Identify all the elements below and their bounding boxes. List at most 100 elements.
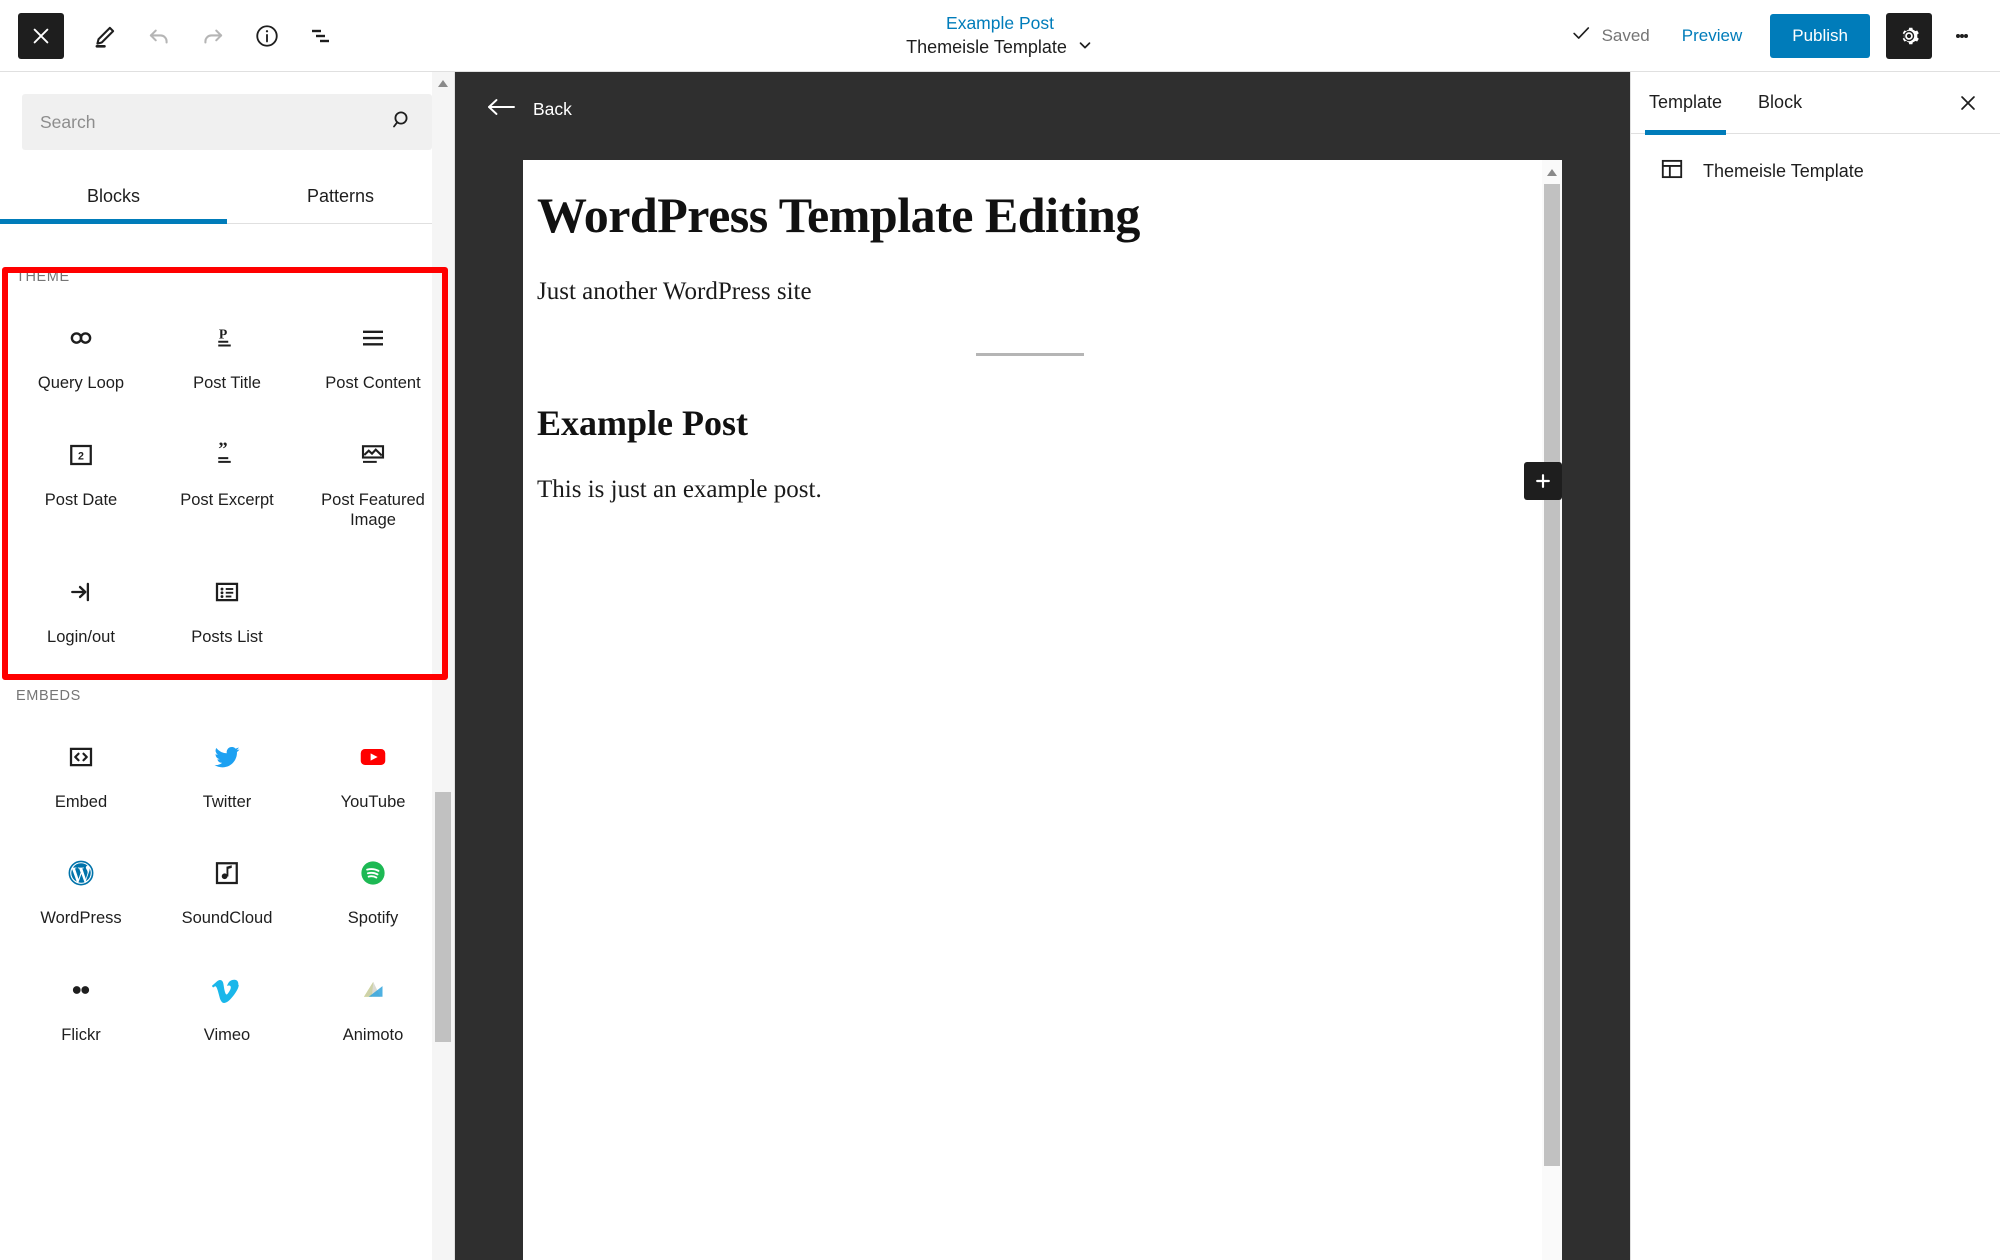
post-link[interactable]: Example Post (946, 12, 1054, 35)
close-icon[interactable] (1946, 81, 1990, 125)
posts-list-icon (212, 571, 242, 613)
tab-template[interactable]: Template (1631, 72, 1740, 135)
embed-code-icon (66, 736, 96, 778)
checkmark-icon (1570, 22, 1592, 49)
saved-status: Saved (1560, 22, 1660, 49)
block-item-label: Post Excerpt (180, 490, 274, 509)
template-switcher[interactable]: Themeisle Template (906, 36, 1094, 59)
search-area (0, 72, 454, 150)
search-box[interactable] (22, 94, 432, 150)
block-item[interactable]: Post Featured Image (300, 412, 446, 549)
pencil-icon[interactable] (80, 11, 130, 61)
canvas-scrollbar-thumb[interactable] (1544, 184, 1560, 1166)
block-item[interactable]: Vimeo (154, 947, 300, 1064)
block-item[interactable]: Flickr (8, 947, 154, 1064)
block-sections: THEME Query Loop P Post Title Post Content … (0, 247, 454, 1093)
canvas-scrollbar[interactable] (1542, 160, 1562, 1260)
block-inserter-panel: Blocks Patterns THEME Query Loop P Post Ti… (0, 72, 455, 1260)
block-item[interactable]: Post Content (300, 295, 446, 412)
site-tagline[interactable]: Just another WordPress site (537, 278, 1522, 306)
canvas-scroll-up-arrow-icon[interactable] (1544, 162, 1560, 182)
block-item-label: SoundCloud (181, 909, 273, 928)
chevron-down-icon (1076, 36, 1094, 59)
block-item[interactable]: Embed (8, 714, 154, 831)
editor-top-bar: Example Post Themeisle Template Saved Pr… (0, 0, 2000, 72)
kebab-menu-icon[interactable] (1942, 13, 1982, 59)
scroll-up-arrow-icon[interactable] (435, 74, 451, 92)
block-item[interactable]: SoundCloud (154, 830, 300, 947)
back-button[interactable]: Back (455, 72, 572, 141)
block-item-label: Post Content (325, 374, 421, 392)
preview-button[interactable]: Preview (1666, 16, 1758, 56)
block-item[interactable]: Login/out (8, 549, 154, 666)
block-item-label: Embed (54, 792, 108, 811)
block-item[interactable]: YouTube (300, 714, 446, 831)
tab-blocks[interactable]: Blocks (0, 172, 227, 224)
post-title-icon: P (212, 317, 242, 359)
flickr-icon (66, 969, 96, 1011)
block-item[interactable]: Twitter (154, 714, 300, 831)
search-input[interactable] (40, 111, 390, 133)
block-section-title: THEME (16, 269, 70, 285)
block-item-label: Flickr (61, 1025, 101, 1044)
redo-icon[interactable] (188, 11, 238, 61)
block-item-label: Post Title (193, 374, 261, 392)
block-item-label: Animoto (342, 1025, 404, 1044)
inserter-tabs: Blocks Patterns (0, 172, 454, 224)
youtube-icon (358, 736, 388, 778)
settings-sidebar-tabs: Template Block (1631, 72, 2000, 135)
editor-canvas: Back WordPress Template Editing Just ano… (455, 72, 1630, 1260)
block-item[interactable]: P Post Title (154, 295, 300, 412)
calendar-icon: 2 (66, 434, 96, 476)
tab-block[interactable]: Block (1740, 72, 1820, 134)
inserter-scrollbar-thumb[interactable] (435, 792, 451, 1042)
list-view-icon[interactable] (296, 11, 346, 61)
animoto-icon (358, 969, 388, 1011)
site-title[interactable]: WordPress Template Editing (537, 186, 1522, 244)
svg-text:P: P (219, 326, 228, 341)
separator (975, 353, 1084, 356)
quote-excerpt-icon: ” (212, 434, 242, 476)
block-item-label: Query Loop (37, 374, 125, 392)
block-section-title: EMBEDS (16, 687, 81, 704)
info-icon[interactable] (242, 11, 292, 61)
block-item[interactable]: WordPress (8, 830, 154, 947)
block-item[interactable]: 2 Post Date (8, 412, 154, 549)
document-content: WordPress Template Editing Just another … (523, 160, 1562, 504)
tab-patterns[interactable]: Patterns (227, 172, 454, 223)
template-summary-item[interactable]: Themeisle Template (1631, 134, 2000, 187)
template-layout-icon (1659, 156, 1685, 187)
block-grid: Embed Twitter YouTube WordPress SoundCloud… (0, 714, 454, 1064)
settings-sidebar: Template Block Themeisle Template (1630, 72, 2000, 1260)
publish-button[interactable]: Publish (1770, 13, 1870, 58)
block-item-label: Login/out (47, 627, 115, 646)
post-content-icon (358, 317, 388, 359)
top-bar-right-tools: Saved Preview Publish (1560, 12, 1982, 59)
login-icon (66, 571, 96, 613)
gear-icon[interactable] (1886, 12, 1932, 59)
block-item[interactable]: Spotify (300, 830, 446, 947)
top-bar-left-tools (18, 11, 346, 61)
inserter-scroll-panel: THEME Query Loop P Post Title Post Content … (0, 247, 454, 1260)
back-label: Back (533, 99, 572, 119)
svg-text:”: ” (218, 440, 227, 460)
block-item[interactable]: Query Loop (8, 295, 154, 412)
arrow-left-icon (487, 96, 515, 123)
close-icon[interactable] (18, 12, 64, 59)
twitter-icon (212, 736, 242, 778)
post-title-block[interactable]: Example Post (537, 402, 1522, 444)
block-item-label: WordPress (40, 909, 122, 928)
block-item[interactable]: ” Post Excerpt (154, 412, 300, 549)
block-item[interactable]: Animoto (300, 947, 446, 1064)
block-item-label: Post Featured Image (321, 490, 425, 530)
template-name: Themeisle Template (906, 36, 1067, 57)
undo-icon[interactable] (134, 11, 184, 61)
search-icon[interactable] (390, 108, 414, 137)
post-content-block[interactable]: This is just an example post. (537, 476, 1522, 504)
plus-icon[interactable] (1524, 462, 1562, 500)
block-item[interactable]: Posts List (154, 549, 300, 666)
loop-icon (66, 317, 96, 359)
inserter-scrollbar[interactable] (432, 72, 454, 1260)
featured-image-icon (358, 434, 388, 476)
block-item-label: Vimeo (203, 1025, 251, 1044)
